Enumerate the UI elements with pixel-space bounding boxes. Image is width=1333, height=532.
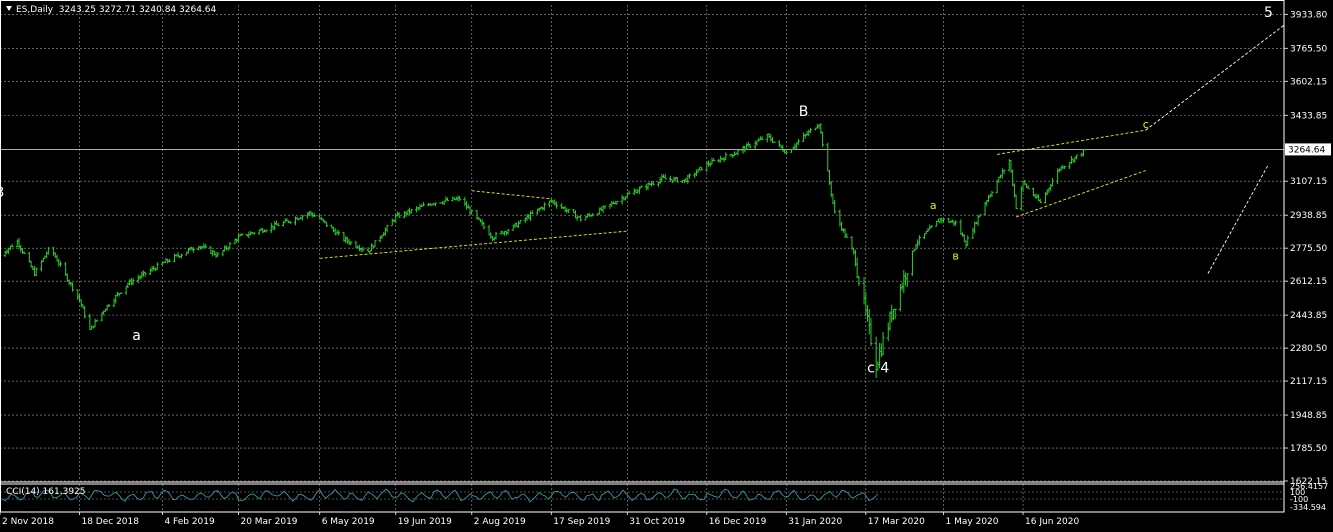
y-tick-label: 1948.85: [1290, 411, 1327, 421]
dropdown-triangle-icon[interactable]: [6, 6, 12, 11]
x-tick-label: 16 Dec 2019: [709, 517, 767, 527]
chart-background: [0, 0, 1333, 532]
x-tick-label: 31 Jan 2020: [788, 517, 842, 527]
x-tick-label: 1 May 2020: [946, 517, 999, 527]
y-tick-label: 2117.15: [1290, 377, 1327, 387]
wave-label: 4: [880, 360, 889, 376]
y-tick-label: 2775.50: [1290, 244, 1327, 254]
ohlc-values: 3243.25 3272.71 3240.84 3264.64: [58, 5, 217, 15]
x-tick-label: 2 Aug 2019: [474, 517, 526, 527]
wave-label: c: [1143, 118, 1149, 131]
x-tick-label: 16 Jun 2020: [1025, 517, 1079, 527]
x-tick-label: 18 Dec 2018: [81, 517, 139, 527]
symbol-label: ES,Daily: [16, 5, 54, 15]
y-tick-label: 3433.85: [1290, 111, 1327, 121]
wave-label: в: [952, 249, 958, 262]
x-tick-label: 20 Mar 2019: [240, 517, 297, 527]
y-tick-label: 3765.50: [1290, 44, 1327, 54]
wave-label: 5: [1264, 5, 1273, 21]
wave-label: a: [930, 199, 937, 212]
y-tick-label: 2280.50: [1290, 344, 1327, 354]
y-tick-label: 1785.50: [1290, 444, 1327, 454]
y-tick-label: 3933.80: [1290, 10, 1327, 20]
x-tick-label: 6 May 2019: [322, 517, 375, 527]
x-tick-label: 4 Feb 2019: [164, 517, 215, 527]
x-tick-label: 19 Jun 2019: [398, 517, 452, 527]
y-tick-label: 3602.15: [1290, 77, 1327, 87]
x-tick-label: 31 Oct 2019: [629, 517, 685, 527]
cci-scale-label: -334.594: [1290, 503, 1326, 512]
x-tick-label: 2 Nov 2018: [2, 517, 54, 527]
wave-label: c: [867, 360, 875, 376]
y-tick-label: 2443.85: [1290, 311, 1327, 321]
x-tick-label: 17 Mar 2020: [868, 517, 925, 527]
y-tick-label: 2612.15: [1290, 277, 1327, 287]
chart-header: ES,Daily 3243.25 3272.71 3240.84 3264.64: [6, 5, 216, 15]
current-price-label: 3264.64: [1288, 145, 1325, 155]
cci-label: CCI(14) 161.3925: [6, 487, 86, 497]
y-tick-label: 3107.15: [1290, 177, 1327, 187]
x-tick-label: 17 Sep 2019: [553, 517, 610, 527]
price-axis: 3933.80 3765.50 3602.15 3433.85 3107.15 2938.…: [1284, 10, 1331, 487]
wave-label: a: [132, 328, 141, 344]
y-tick-label: 2938.85: [1290, 211, 1327, 221]
wave-label: B: [799, 104, 809, 120]
price-chart[interactable]: 3aBc4aвc5 3933.803765.503602.153433.8531…: [0, 0, 1333, 532]
